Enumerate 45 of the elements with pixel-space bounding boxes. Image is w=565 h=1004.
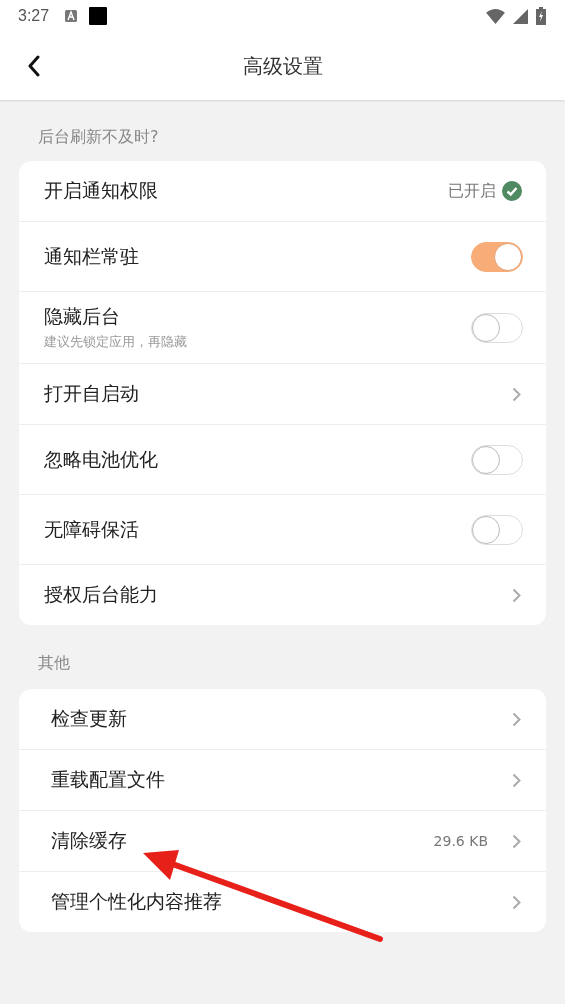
chevron-right-icon [512, 772, 521, 788]
settings-row[interactable]: 通知栏常驻 [19, 221, 546, 291]
toggle-switch[interactable] [471, 312, 523, 343]
settings-row[interactable]: 检查更新 [19, 689, 546, 749]
settings-row[interactable]: 忽略电池优化 [19, 424, 546, 494]
toggle-switch[interactable] [471, 241, 523, 272]
row-label: 授权后台能力 [44, 582, 159, 607]
row-label: 通知栏常驻 [44, 243, 140, 269]
row-label: 忽略电池优化 [44, 446, 159, 472]
page-title: 高级设置 [242, 52, 323, 80]
wifi-icon [486, 8, 505, 24]
chevron-right-icon [512, 711, 521, 727]
keyboard-notification-icon [65, 10, 78, 22]
settings-row[interactable]: 授权后台能力 [19, 564, 546, 625]
cache-size: 29.6 KB [433, 833, 488, 849]
chevron-right-icon [512, 894, 521, 910]
settings-row[interactable]: 隐藏后台 建议先锁定应用，再隐藏 [19, 291, 546, 363]
signal-icon [513, 8, 528, 24]
check-icon [502, 181, 522, 201]
toggle-switch[interactable] [471, 514, 523, 545]
chevron-right-icon [512, 833, 521, 849]
row-label: 管理个性化内容推荐 [51, 889, 223, 914]
row-label: 打开自启动 [44, 381, 140, 406]
chevron-right-icon [512, 587, 521, 603]
battery-icon [536, 7, 546, 25]
status-time: 3:27 [18, 7, 50, 25]
settings-row[interactable]: 打开自启动 [19, 363, 546, 424]
row-label: 清除缓存 [51, 828, 128, 853]
settings-row[interactable]: 开启通知权限 已开启 [19, 161, 546, 221]
back-icon[interactable] [27, 55, 41, 77]
row-label: 无障碍保活 [44, 516, 140, 542]
row-label: 检查更新 [51, 706, 128, 731]
settings-row[interactable]: 无障碍保活 [19, 494, 546, 564]
notification-square-icon [89, 7, 108, 25]
settings-row[interactable]: 重载配置文件 [19, 749, 546, 810]
section-title: 后台刷新不及时? [37, 126, 160, 148]
row-label: 重载配置文件 [51, 767, 166, 792]
toggle-switch[interactable] [471, 444, 523, 475]
section-title: 其他 [37, 652, 71, 674]
status-text: 已开启 [448, 180, 496, 202]
chevron-right-icon [512, 386, 521, 402]
row-subtitle: 建议先锁定应用，再隐藏 [44, 333, 188, 351]
row-label: 隐藏后台 [44, 304, 121, 329]
row-label: 开启通知权限 [44, 178, 159, 203]
settings-row[interactable]: 管理个性化内容推荐 [19, 871, 546, 932]
